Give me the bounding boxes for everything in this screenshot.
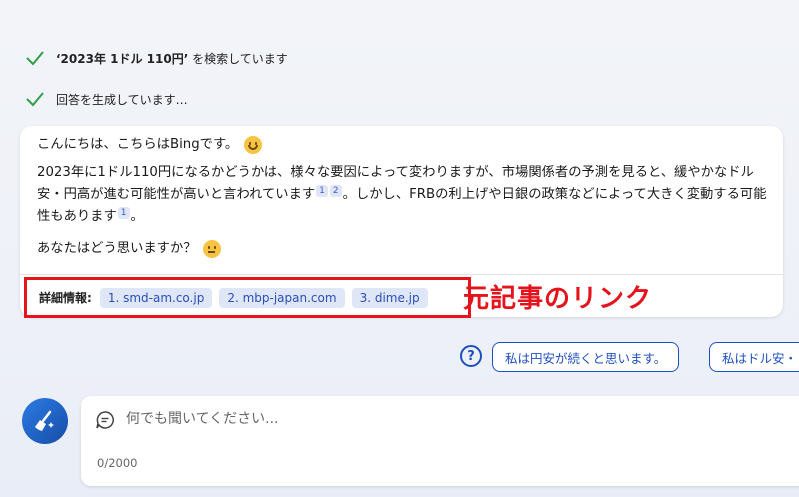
question-line: あなたはどう思いますか？ <box>37 238 221 260</box>
citation-1[interactable]: 1 <box>316 185 328 197</box>
sources-label: 詳細情報: <box>39 291 92 305</box>
source-link-1[interactable]: 1. smd-am.co.jp <box>99 287 213 308</box>
chat-input-box[interactable]: 0/2000 <box>81 396 799 486</box>
chat-bubble-icon <box>96 411 114 429</box>
help-icon[interactable]: ? <box>460 345 482 367</box>
citation-2[interactable]: 2 <box>329 185 342 197</box>
generating-text: 回答を生成しています… <box>56 92 188 107</box>
suggestion-chip-1[interactable]: 私は円安が続くと思います。 <box>492 342 680 372</box>
smile-emoji-icon <box>244 136 263 154</box>
search-query: ‘2023年 1ドル 110円’ を検索しています <box>56 51 288 66</box>
greeting-line: こんにちは、こちらはBingです。 <box>37 134 263 156</box>
response-paragraph: 2023年に1ドル110円になるかどうかは、様々な要因によって変わりますが、市場… <box>37 165 767 224</box>
source-link-2[interactable]: 2. mbp-japan.com <box>219 287 345 308</box>
thinking-emoji-icon <box>202 240 221 258</box>
status-generating: 回答を生成しています… <box>24 88 188 110</box>
source-link-3[interactable]: 3. dime.jp <box>351 287 428 308</box>
sources-highlight-box: 詳細情報: 1. smd-am.co.jp 2. mbp-japan.com 3… <box>24 277 471 318</box>
new-topic-button[interactable] <box>22 398 68 444</box>
status-searching: ‘2023年 1ドル 110円’ を検索しています <box>24 47 288 69</box>
response-card: こんにちは、こちらはBingです。 2023年に1ドル110円になるかどうかは、… <box>20 126 783 318</box>
citation-1b[interactable]: 1 <box>117 207 130 219</box>
annotation-label: 元記事のリンク <box>463 284 653 314</box>
chat-input[interactable] <box>126 406 726 432</box>
broom-icon <box>35 410 54 431</box>
suggestion-chip-2[interactable]: 私はドル安・ <box>709 342 799 372</box>
greeting-text: こんにちは、こちらはBingです。 <box>37 137 239 152</box>
divider <box>20 274 783 275</box>
check-icon <box>26 92 44 107</box>
response-body: 2023年に1ドル110円になるかどうかは、様々な要因によって変わりますが、市場… <box>37 162 772 228</box>
char-counter: 0/2000 <box>97 456 138 470</box>
question-text: あなたはどう思いますか？ <box>37 241 197 256</box>
check-icon <box>26 51 44 66</box>
